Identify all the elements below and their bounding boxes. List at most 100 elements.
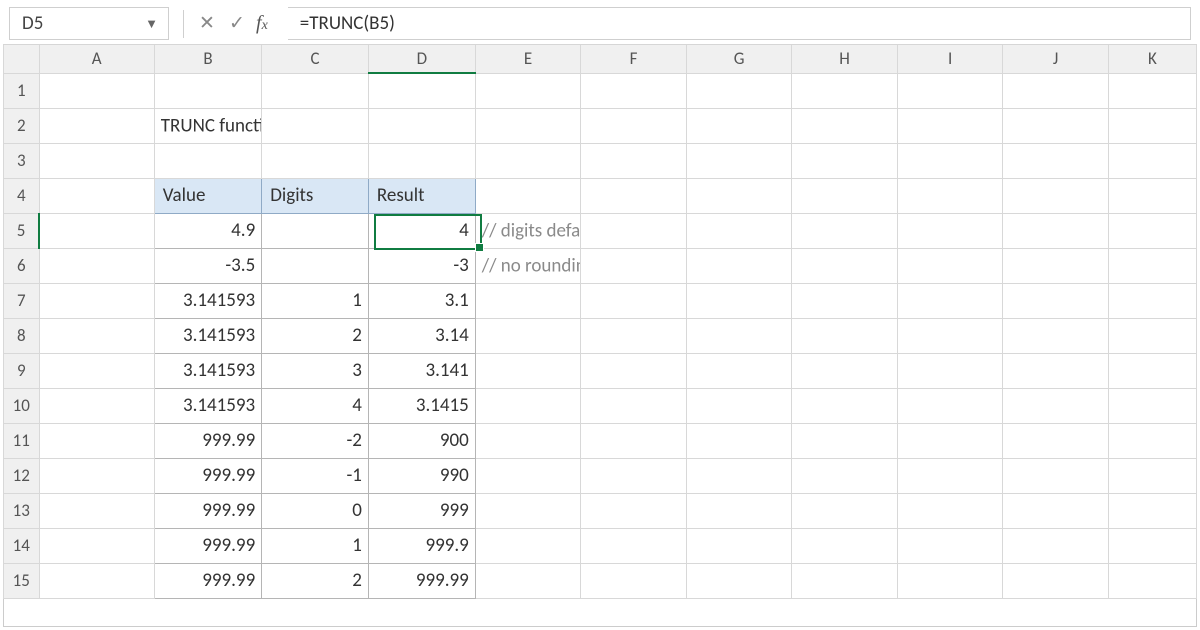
row-header[interactable]: 10 [4,388,40,423]
cell[interactable] [581,178,687,213]
cell-value[interactable]: 999.99 [154,493,261,528]
cell[interactable] [39,108,154,143]
cell[interactable] [686,248,792,283]
col-header-J[interactable]: J [1003,45,1109,73]
cell[interactable] [1108,248,1196,283]
cell-value[interactable]: -3.5 [154,248,261,283]
cell-value[interactable]: 3.141593 [154,353,261,388]
cell[interactable] [581,248,687,283]
cell[interactable] [1108,143,1196,178]
cell[interactable] [1003,423,1109,458]
cell[interactable] [39,318,154,353]
cell[interactable] [686,563,792,598]
cell[interactable] [897,178,1003,213]
cell-result[interactable]: 3.1 [368,283,475,318]
row-header[interactable]: 1 [4,73,40,108]
cell[interactable] [1108,283,1196,318]
cell[interactable] [686,283,792,318]
cell[interactable] [1108,458,1196,493]
cell[interactable] [792,493,898,528]
cell[interactable] [39,423,154,458]
cell[interactable] [1003,563,1109,598]
cell[interactable] [154,73,261,108]
row-header[interactable]: 14 [4,528,40,563]
cell[interactable] [581,563,687,598]
cell[interactable] [475,493,581,528]
cell[interactable] [686,458,792,493]
cell[interactable] [1003,528,1109,563]
cell[interactable] [686,213,792,248]
cell[interactable] [39,143,154,178]
cell[interactable] [897,248,1003,283]
cell[interactable] [262,108,369,143]
cell[interactable] [475,318,581,353]
cell[interactable] [686,423,792,458]
cell[interactable] [792,318,898,353]
cell[interactable] [686,493,792,528]
cell[interactable] [581,528,687,563]
cell[interactable] [792,213,898,248]
cell-value[interactable]: 999.99 [154,458,261,493]
cell[interactable] [792,248,898,283]
cell[interactable] [368,108,475,143]
cell[interactable] [1003,143,1109,178]
cell[interactable] [581,493,687,528]
cell-value[interactable]: 4.9 [154,213,261,248]
cell[interactable] [897,423,1003,458]
cell[interactable] [262,143,369,178]
cell[interactable] [1003,458,1109,493]
col-header-C[interactable]: C [262,45,369,73]
cell-digits[interactable]: 3 [262,353,369,388]
cell[interactable] [792,388,898,423]
cell-result[interactable]: 3.141 [368,353,475,388]
cell[interactable] [792,283,898,318]
row-header[interactable]: 11 [4,423,40,458]
cell[interactable] [686,353,792,388]
cell[interactable] [897,143,1003,178]
col-header-I[interactable]: I [897,45,1003,73]
cell[interactable] [1003,283,1109,318]
cell-result[interactable]: 990 [368,458,475,493]
cell[interactable] [475,353,581,388]
cell[interactable]: // digits default to zero [475,213,581,248]
chevron-down-icon[interactable]: ▼ [145,16,158,32]
cell[interactable] [581,423,687,458]
cell[interactable] [39,493,154,528]
cell[interactable] [897,388,1003,423]
cell[interactable] [792,178,898,213]
cell[interactable] [1108,178,1196,213]
spreadsheet-grid[interactable]: A B C D E F G H I J K 12TRUNC function34… [3,45,1197,599]
cell[interactable] [897,563,1003,598]
cell[interactable] [792,458,898,493]
formula-input[interactable]: =TRUNC(B5) [288,7,1191,40]
cell[interactable] [262,73,369,108]
cell[interactable] [39,178,154,213]
cell[interactable] [792,563,898,598]
table-header-value[interactable]: Value [154,178,261,213]
cell[interactable] [686,178,792,213]
cell-digits[interactable]: 0 [262,493,369,528]
cell[interactable] [792,528,898,563]
cell[interactable] [39,528,154,563]
cell[interactable] [897,528,1003,563]
row-header[interactable]: 5 [4,213,40,248]
row-header[interactable]: 2 [4,108,40,143]
cell[interactable] [1108,493,1196,528]
cell[interactable] [1108,213,1196,248]
cell-result[interactable]: 999.9 [368,528,475,563]
cell-digits[interactable]: 4 [262,388,369,423]
cell[interactable] [581,213,687,248]
cell[interactable] [792,108,898,143]
cell[interactable] [475,388,581,423]
cell[interactable]: TRUNC function [154,108,261,143]
row-header[interactable]: 8 [4,318,40,353]
cell[interactable] [39,458,154,493]
cell[interactable] [1003,318,1109,353]
cell[interactable] [1003,388,1109,423]
cell[interactable] [581,458,687,493]
cell[interactable]: // no rounding [475,248,581,283]
cell-digits[interactable]: 1 [262,283,369,318]
cell[interactable] [475,283,581,318]
cell[interactable] [1108,353,1196,388]
col-header-A[interactable]: A [39,45,154,73]
